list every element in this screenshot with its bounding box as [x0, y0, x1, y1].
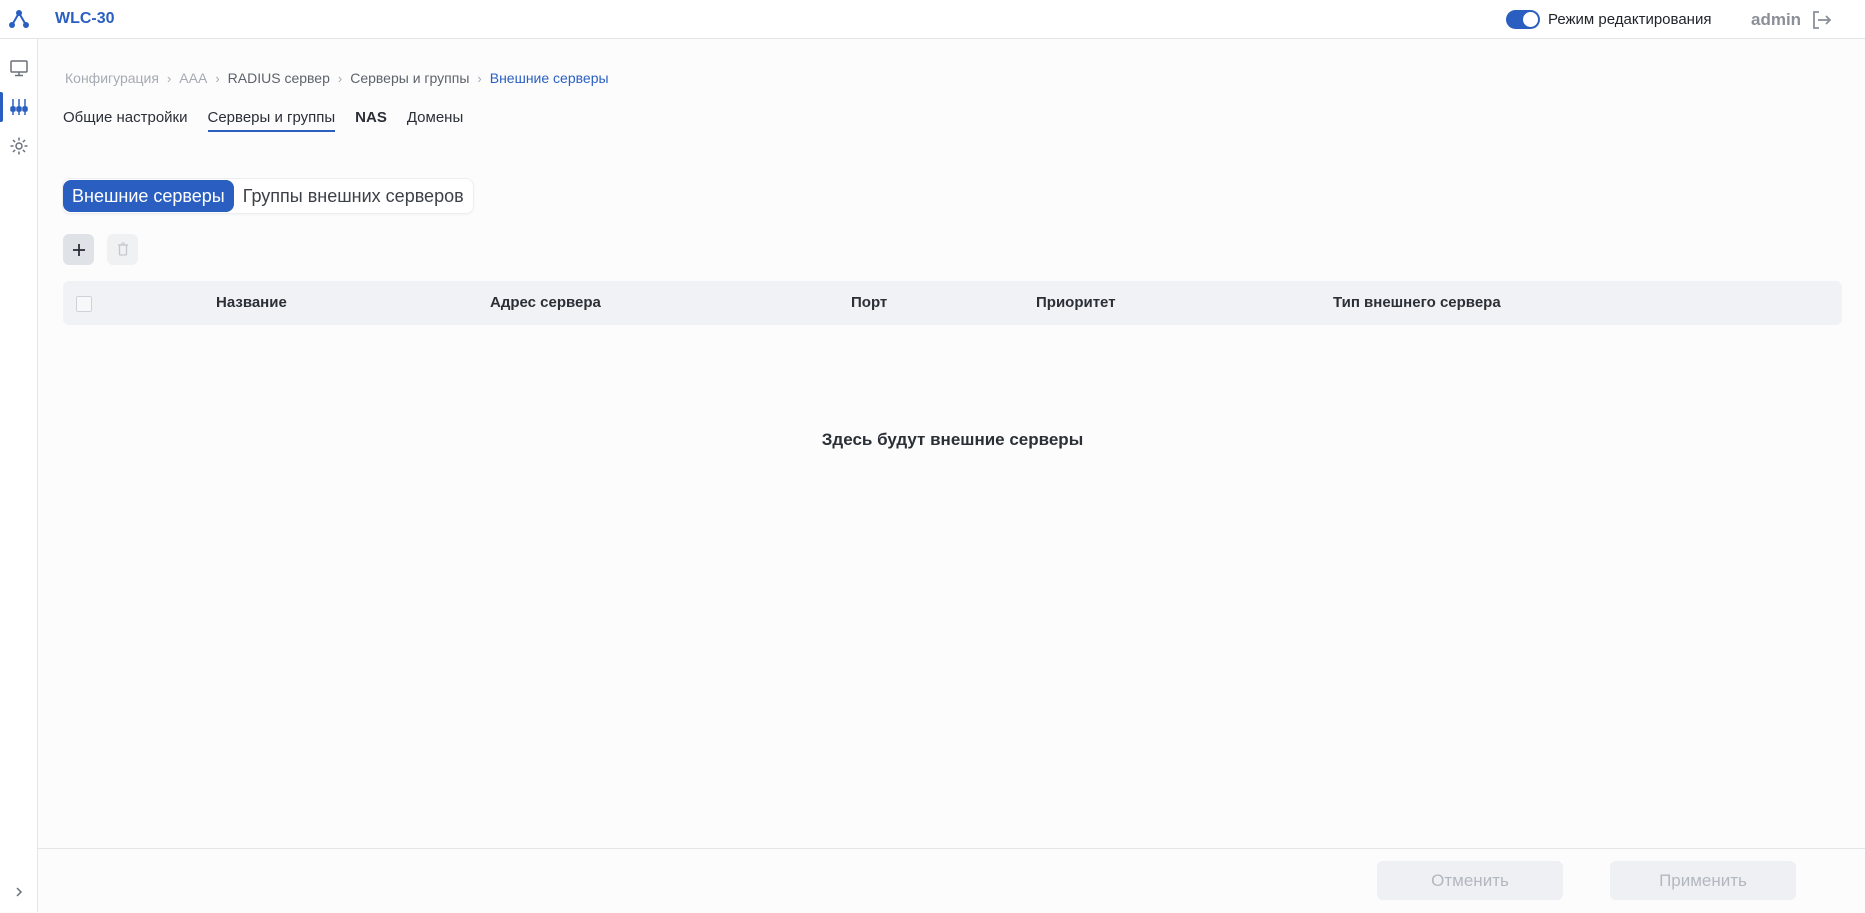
logo-icon[interactable]	[8, 8, 30, 30]
column-header[interactable]: Название	[216, 294, 287, 311]
breadcrumb-separator-icon: ›	[477, 70, 482, 86]
server-type-switch: Внешние серверы Группы внешних серверов	[62, 178, 474, 214]
tab-nas[interactable]: NAS	[355, 109, 387, 132]
gear-icon[interactable]	[8, 135, 30, 157]
breadcrumb-item[interactable]: RADIUS сервер	[228, 70, 330, 86]
left-rail	[0, 39, 38, 912]
tab-general-settings[interactable]: Общие настройки	[63, 109, 188, 132]
app-title[interactable]: WLC-30	[55, 10, 115, 28]
add-button[interactable]	[63, 234, 94, 265]
column-header[interactable]: Адрес сервера	[490, 294, 601, 311]
chevron-right-icon[interactable]	[12, 885, 26, 899]
column-header[interactable]: Приоритет	[1036, 294, 1116, 311]
footer-bar: Отменить Применить	[38, 848, 1865, 913]
breadcrumb-separator-icon: ›	[166, 70, 172, 86]
edit-mode-toggle[interactable]	[1506, 10, 1540, 29]
trash-icon	[117, 242, 128, 256]
monitor-icon[interactable]	[8, 57, 30, 79]
plus-icon	[72, 243, 85, 256]
breadcrumb-item[interactable]: Конфигурация	[65, 70, 159, 86]
breadcrumb-separator-icon: ›	[337, 70, 343, 86]
sliders-icon[interactable]	[8, 96, 30, 118]
breadcrumb-separator-icon: ›	[215, 70, 220, 86]
cancel-button[interactable]: Отменить	[1377, 861, 1563, 900]
column-header[interactable]: Порт	[851, 294, 887, 311]
breadcrumb: Конфигурация › AAA › RADIUS сервер › Сер…	[65, 70, 609, 86]
segment-external-servers[interactable]: Внешние серверы	[63, 180, 234, 212]
apply-button[interactable]: Применить	[1610, 861, 1796, 900]
delete-button[interactable]	[107, 234, 138, 265]
top-bar: WLC-30 Режим редактирования admin	[0, 0, 1865, 39]
edit-mode-label: Режим редактирования	[1548, 11, 1712, 28]
tab-servers-and-groups[interactable]: Серверы и группы	[207, 109, 336, 132]
logout-icon[interactable]	[1810, 9, 1832, 31]
breadcrumb-current: Внешние серверы	[489, 70, 609, 86]
table-header: Название Адрес сервера Порт Приоритет Ти…	[63, 281, 1842, 325]
column-header[interactable]: Тип внешнего сервера	[1333, 294, 1501, 311]
breadcrumb-item[interactable]: Серверы и группы	[350, 70, 469, 86]
tab-domains[interactable]: Домены	[407, 109, 463, 132]
empty-state-text: Здесь будут внешние серверы	[821, 430, 1084, 449]
breadcrumb-item[interactable]: AAA	[179, 70, 207, 86]
tab-bar: Общие настройки Серверы и группы NAS Дом…	[63, 109, 463, 132]
select-all-checkbox[interactable]	[76, 296, 92, 312]
user-name[interactable]: admin	[1751, 10, 1801, 30]
toggle-knob	[1523, 12, 1538, 27]
rail-active-indicator	[0, 92, 3, 122]
segment-external-server-groups[interactable]: Группы внешних серверов	[234, 180, 473, 212]
